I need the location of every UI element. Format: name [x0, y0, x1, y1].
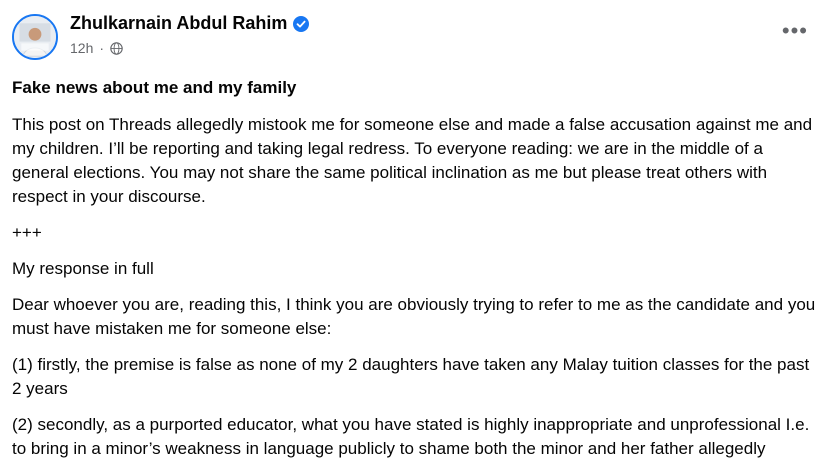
post-paragraph: Dear whoever you are, reading this, I th… — [12, 295, 816, 338]
more-options-icon[interactable]: ••• — [782, 20, 808, 42]
verified-badge-icon — [293, 15, 310, 32]
post-paragraph: (1) firstly, the premise is false as non… — [12, 355, 810, 398]
post-title: Fake news about me and my family — [12, 78, 297, 97]
post-paragraph: My response in full — [12, 259, 154, 278]
author-name[interactable]: Zhulkarnain Abdul Rahim — [70, 13, 287, 34]
globe-icon[interactable] — [110, 41, 123, 55]
post-paragraph: (2) secondly, as a purported educator, w… — [12, 415, 810, 458]
post-body: Fake news about me and my family This po… — [12, 76, 818, 473]
post-meta: 12h · — [70, 40, 123, 56]
meta-separator: · — [99, 40, 105, 56]
post-paragraph: +++ — [12, 223, 42, 242]
avatar-photo-icon — [14, 16, 56, 58]
author-avatar[interactable] — [12, 14, 58, 60]
post-paragraph: This post on Threads allegedly mistook m… — [12, 115, 813, 206]
author-name-row: Zhulkarnain Abdul Rahim — [70, 13, 310, 34]
facebook-post: Zhulkarnain Abdul Rahim 12h · ••• Fake n… — [0, 0, 830, 468]
post-timestamp[interactable]: 12h — [70, 40, 93, 56]
